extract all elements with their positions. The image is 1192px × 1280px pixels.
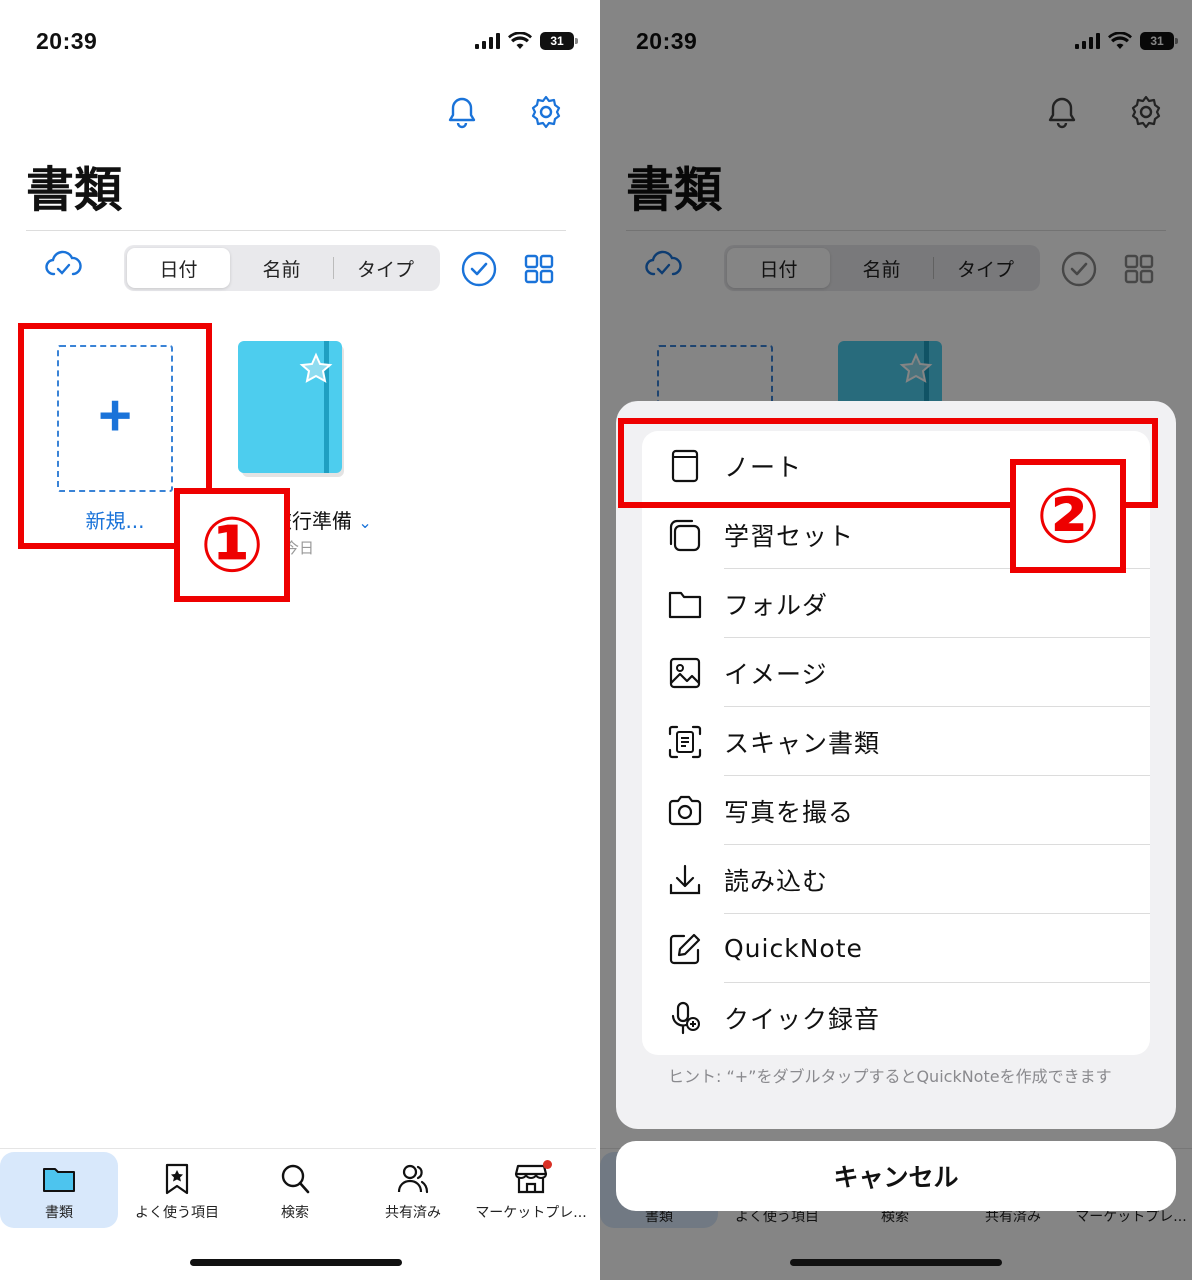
menu-item-quick-record[interactable]: クイック録音 bbox=[642, 983, 1150, 1052]
menu-item-label: 読み込む bbox=[724, 866, 829, 896]
status-icons: 31 bbox=[475, 32, 578, 50]
folder-icon bbox=[43, 1168, 75, 1192]
mic-icon bbox=[671, 1001, 700, 1034]
annotation-step-2: ② bbox=[1010, 459, 1126, 573]
page-title: 書類 bbox=[26, 162, 123, 218]
status-time: 20:39 bbox=[36, 28, 98, 54]
home-indicator bbox=[190, 1259, 402, 1266]
menu-item-take-photo[interactable]: 写真を撮る bbox=[642, 776, 1150, 845]
chevron-down-icon[interactable]: ⌄ bbox=[358, 513, 371, 532]
annotation-step-1: ① bbox=[174, 488, 290, 602]
tab-marketplace[interactable]: マーケットプレ... bbox=[472, 1152, 590, 1228]
menu-item-folder[interactable]: フォルダ bbox=[642, 569, 1150, 638]
menu-item-label: スキャン書類 bbox=[724, 728, 881, 758]
home-indicator bbox=[790, 1259, 1002, 1266]
sort-by-date[interactable]: 日付 bbox=[127, 248, 230, 288]
menu-item-quicknote[interactable]: QuickNote bbox=[642, 914, 1150, 983]
menu-item-label: クイック録音 bbox=[724, 1004, 881, 1034]
bookmark-star-icon bbox=[165, 1163, 189, 1195]
gear-icon[interactable] bbox=[528, 94, 564, 130]
tab-label: よく使う項目 bbox=[135, 1205, 219, 1221]
sort-by-name[interactable]: 名前 bbox=[230, 248, 333, 288]
edit-icon bbox=[669, 933, 701, 964]
tab-label: 書類 bbox=[45, 1205, 73, 1221]
menu-item-label: QuickNote bbox=[724, 934, 863, 963]
menu-item-label: 写真を撮る bbox=[724, 797, 855, 827]
wifi-icon bbox=[508, 32, 532, 49]
screen-documents: 20:39 31 書類 日付 名前 タイプ + 新規... 旅行準備 ⌄ 今日 … bbox=[0, 0, 596, 1280]
menu-item-image[interactable]: イメージ bbox=[642, 638, 1150, 707]
sort-by-type[interactable]: タイプ bbox=[334, 248, 437, 288]
hint-text: ヒント: “+”をダブルタップするとQuickNoteを作成できます bbox=[668, 1067, 1112, 1086]
title-divider bbox=[26, 230, 566, 231]
menu-item-scan[interactable]: スキャン書類 bbox=[642, 707, 1150, 776]
tab-label: 検索 bbox=[281, 1205, 309, 1221]
menu-item-label: 学習セット bbox=[724, 521, 855, 551]
sort-segmented-control: 日付 名前 タイプ bbox=[124, 245, 440, 291]
tab-documents[interactable]: 書類 bbox=[0, 1152, 118, 1228]
grid-view-icon[interactable] bbox=[524, 254, 554, 284]
screen-new-menu: 20:39 31 書類 日付 名前 タイプ 書類 よく使う項目 検索 共有済み … bbox=[600, 0, 1192, 1280]
scan-icon bbox=[668, 725, 702, 758]
menu-item-label: イメージ bbox=[724, 659, 828, 689]
signal-icon bbox=[475, 33, 500, 49]
cancel-button[interactable]: キャンセル bbox=[616, 1141, 1176, 1211]
tab-favorites[interactable]: よく使う項目 bbox=[118, 1152, 236, 1228]
select-check-icon[interactable] bbox=[461, 251, 497, 287]
people-icon bbox=[397, 1164, 429, 1194]
tab-label: マーケットプレ... bbox=[475, 1205, 587, 1221]
notification-dot bbox=[543, 1160, 552, 1169]
search-icon bbox=[281, 1164, 310, 1194]
tab-search[interactable]: 検索 bbox=[236, 1152, 354, 1228]
menu-item-import[interactable]: 読み込む bbox=[642, 845, 1150, 914]
cloud-sync-icon[interactable] bbox=[44, 248, 82, 280]
bell-icon[interactable] bbox=[444, 94, 480, 130]
download-icon bbox=[669, 864, 701, 894]
image-icon bbox=[669, 657, 701, 688]
battery-icon: 31 bbox=[540, 32, 578, 50]
menu-item-label: フォルダ bbox=[724, 590, 829, 620]
notebook-cover[interactable] bbox=[238, 341, 346, 477]
cards-icon bbox=[669, 519, 701, 551]
camera-icon bbox=[668, 795, 702, 825]
folder-icon bbox=[668, 591, 702, 618]
tab-shared[interactable]: 共有済み bbox=[354, 1152, 472, 1228]
tab-label: 共有済み bbox=[385, 1205, 441, 1221]
